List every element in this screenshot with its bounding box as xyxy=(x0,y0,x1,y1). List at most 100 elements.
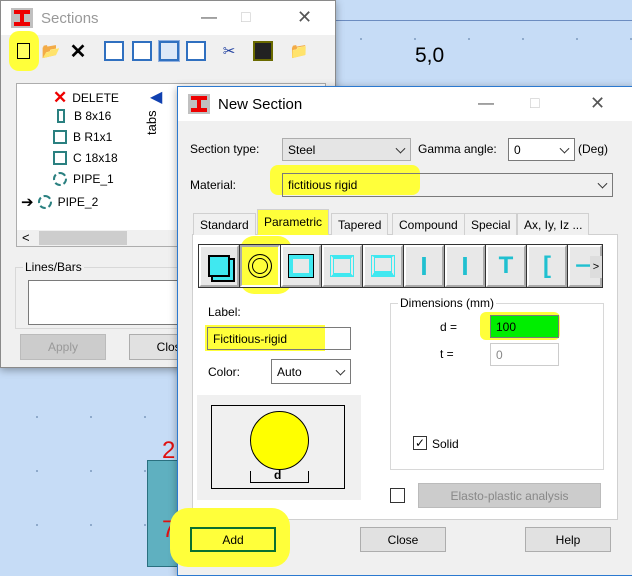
window-title: Sections xyxy=(41,9,99,27)
rect-section-icon xyxy=(53,130,67,144)
shape-channel-button[interactable]: [ xyxy=(526,244,568,288)
node-label: 2 xyxy=(162,437,176,464)
app-logo-icon xyxy=(11,8,33,28)
close-window-button[interactable]: ✕ xyxy=(297,7,312,28)
pipe-preview-circle xyxy=(250,411,309,470)
close-button[interactable]: Close xyxy=(360,527,446,552)
tab-special[interactable]: Special xyxy=(464,213,518,235)
view1-icon[interactable] xyxy=(104,41,124,61)
gamma-angle-select[interactable]: 0 xyxy=(508,138,575,161)
gamma-unit-label: (Deg) xyxy=(578,142,609,156)
current-arrow-icon: ➔ xyxy=(21,194,34,211)
folder-star-icon[interactable]: 📁 xyxy=(289,41,309,61)
scrollbar-thumb[interactable] xyxy=(39,231,127,245)
chevron-down-icon xyxy=(559,143,570,154)
list-item[interactable]: B R1x1 xyxy=(53,130,112,144)
gamma-angle-label: Gamma angle: xyxy=(418,142,497,156)
section-type-label: Section type: xyxy=(190,142,260,156)
tab-ax-iy-iz[interactable]: Ax, Iy, Iz ... xyxy=(517,213,590,235)
box-girder-icon xyxy=(371,255,395,277)
scroll-left-icon[interactable]: < xyxy=(22,230,30,245)
shape-t-button[interactable]: T xyxy=(485,244,527,288)
dimensions-title: Dimensions (mm) xyxy=(398,296,497,310)
list-item[interactable]: B 8x16 xyxy=(53,109,111,123)
cut-icon[interactable]: ✂ xyxy=(219,41,239,61)
maximize-button[interactable]: □ xyxy=(530,95,540,113)
shape-rect-tube-button[interactable] xyxy=(280,244,322,288)
pipe-section-icon xyxy=(53,172,67,186)
grid-line xyxy=(335,20,632,21)
shape-pipe-button[interactable] xyxy=(239,244,281,288)
label-label: Label: xyxy=(208,305,241,319)
view3-icon[interactable] xyxy=(158,40,180,62)
tab-standard[interactable]: Standard xyxy=(193,213,256,235)
chevron-down-icon xyxy=(597,178,608,189)
delete-icon[interactable]: ✕ xyxy=(68,41,88,63)
d-label: d = xyxy=(440,320,458,334)
list-item[interactable]: ➔ PIPE_2 xyxy=(21,193,98,211)
maximize-button[interactable]: □ xyxy=(241,9,251,27)
elasto-plastic-checkbox[interactable] xyxy=(390,488,405,503)
shape-i-button[interactable]: I xyxy=(403,244,445,288)
list-item[interactable]: C 18x18 xyxy=(53,151,118,165)
section-type-select[interactable]: Steel xyxy=(282,138,411,161)
dialog-title: New Section xyxy=(218,95,303,113)
i-asym-section-icon: I xyxy=(461,250,469,281)
close-window-button[interactable]: ✕ xyxy=(590,93,605,114)
material-label: Material: xyxy=(190,178,237,192)
list-item-label: PIPE_2 xyxy=(57,195,99,209)
material-select[interactable]: fictitious rigid xyxy=(282,173,613,197)
tab-tapered[interactable]: Tapered xyxy=(331,213,389,235)
d-input[interactable]: 100 xyxy=(490,315,559,338)
shape-box-button[interactable] xyxy=(198,244,240,288)
gamma-angle-value: 0 xyxy=(514,142,521,157)
solid-label: Solid xyxy=(432,437,459,451)
open-icon[interactable]: 📂 xyxy=(41,41,61,61)
tab-parametric[interactable]: Parametric xyxy=(257,209,330,235)
minimize-button[interactable]: — xyxy=(478,95,494,113)
list-item-label: PIPE_1 xyxy=(73,172,114,186)
rect-section-icon xyxy=(57,109,65,123)
apply-button[interactable]: Apply xyxy=(20,334,106,360)
scroll-shapes-right-button[interactable]: > xyxy=(590,256,602,278)
list-item-label: B R1x1 xyxy=(73,130,113,144)
new-icon[interactable] xyxy=(13,41,33,61)
pipe-section-icon xyxy=(37,195,52,209)
tab-compound[interactable]: Compound xyxy=(392,213,465,235)
i-section-icon: I xyxy=(420,250,428,281)
tabs-arrow-icon[interactable]: ◀ xyxy=(150,87,162,107)
solid-checkbox[interactable]: ✓ xyxy=(413,436,427,450)
list-item[interactable]: PIPE_1 xyxy=(53,172,114,186)
t-label: t = xyxy=(440,347,454,361)
list-item[interactable]: ✕ DELETE xyxy=(53,88,119,108)
elasto-plastic-button[interactable]: Elasto-plastic analysis xyxy=(418,483,601,508)
add-button[interactable]: Add xyxy=(190,527,276,552)
help-button[interactable]: Help xyxy=(525,527,611,552)
horizontal-scrollbar[interactable]: < xyxy=(17,230,177,246)
material-value: fictitious rigid xyxy=(288,178,358,192)
app-logo-icon xyxy=(188,94,210,114)
t-section-icon: T xyxy=(498,252,514,279)
minimize-button[interactable]: — xyxy=(201,9,217,27)
channel-section-icon: [ xyxy=(543,252,551,279)
shape-double-web-button[interactable] xyxy=(321,244,363,288)
t-input[interactable]: 0 xyxy=(490,343,559,366)
list-item-label: C 18x18 xyxy=(73,151,118,165)
color-select[interactable]: Auto xyxy=(271,359,351,384)
rect-tube-icon xyxy=(288,254,314,278)
label-input[interactable]: Fictitious-rigid xyxy=(207,327,351,350)
color-label: Color: xyxy=(208,365,241,379)
shape-i-asym-button[interactable]: I xyxy=(444,244,486,288)
save-icon[interactable] xyxy=(253,41,273,61)
shape-box-girder-button[interactable] xyxy=(362,244,404,288)
view4-icon[interactable] xyxy=(186,41,206,61)
chevron-down-icon xyxy=(395,143,406,154)
tabs-label[interactable]: tabs xyxy=(144,110,159,135)
list-item-label: B 8x16 xyxy=(74,109,112,123)
coordinate-label: 5,0 xyxy=(415,44,445,67)
chevron-down-icon xyxy=(335,365,346,376)
pipe-section-icon xyxy=(248,254,272,278)
section-type-value: Steel xyxy=(288,142,316,157)
view2-icon[interactable] xyxy=(132,41,152,61)
lines-bars-label: Lines/Bars xyxy=(23,260,84,274)
